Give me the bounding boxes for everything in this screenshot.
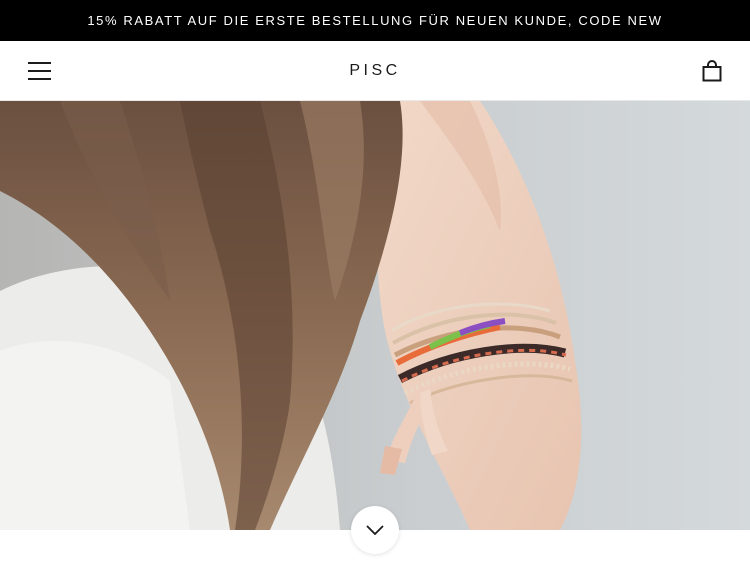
menu-button[interactable] <box>22 55 56 87</box>
site-logo[interactable]: PISC <box>315 59 435 83</box>
site-header: PISC <box>0 41 750 101</box>
hero-photo <box>0 101 750 530</box>
announcement-bar: 15% RABATT AUF DIE ERSTE BESTELLUNG FÜR … <box>0 0 750 41</box>
hamburger-menu-icon <box>27 62 51 64</box>
scroll-down-button[interactable] <box>351 506 399 554</box>
hero-image <box>0 101 750 530</box>
shopping-bag-icon <box>702 60 722 82</box>
announcement-text: 15% RABATT AUF DIE ERSTE BESTELLUNG FÜR … <box>87 13 663 28</box>
cart-button[interactable] <box>698 57 726 85</box>
chevron-down-icon <box>366 525 384 535</box>
